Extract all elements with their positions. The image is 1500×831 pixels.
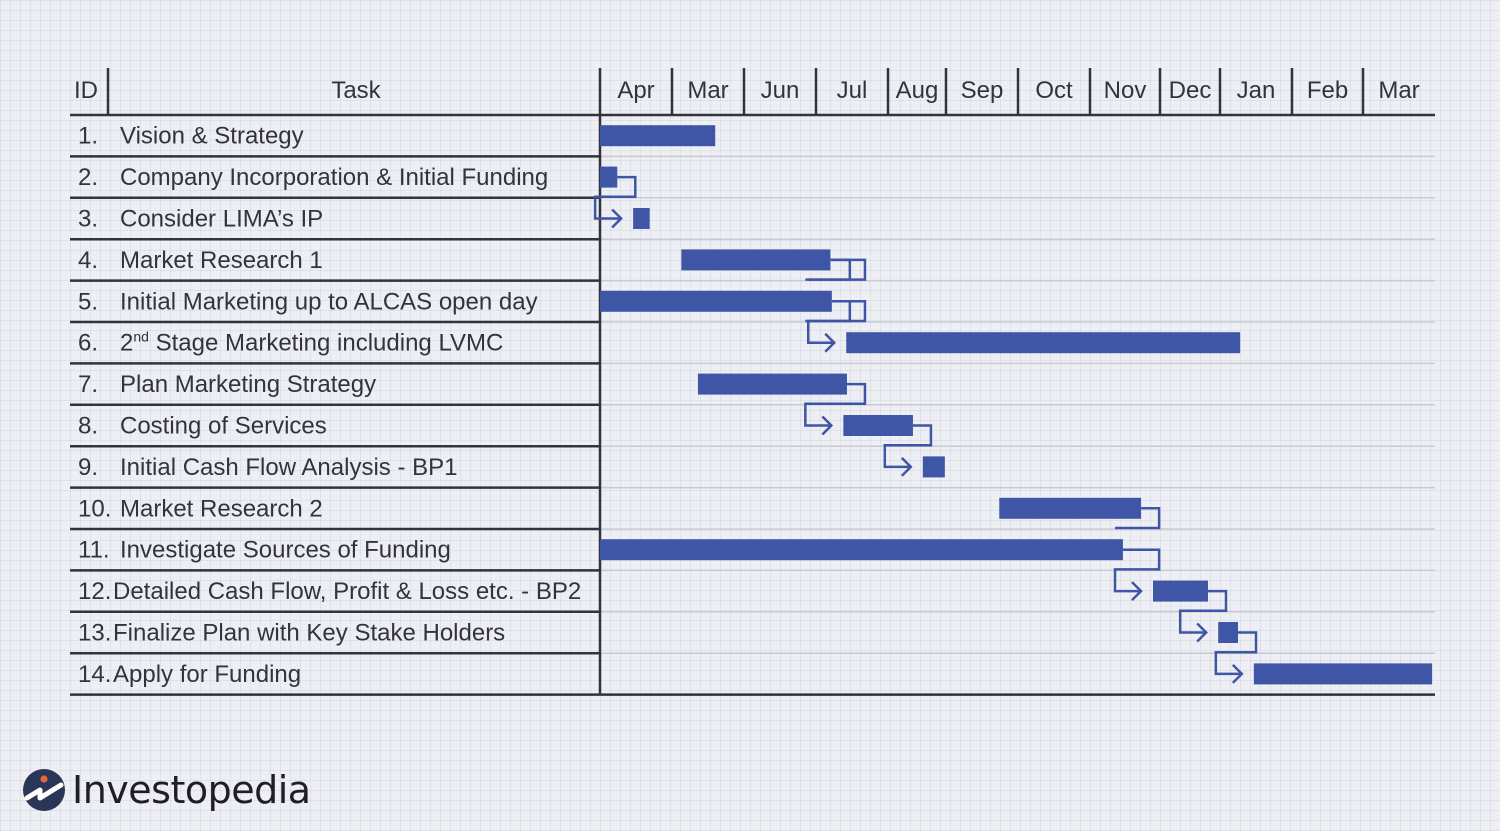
task-row: 8. Costing of Services [78, 413, 327, 440]
task-bar [1218, 622, 1238, 643]
task-row: 9. Initial Cash Flow Analysis - BP1 [78, 454, 457, 481]
month-label: Oct [1035, 77, 1073, 104]
task-bar [846, 332, 1241, 354]
task-bar [922, 456, 945, 478]
task-id: 6. [78, 330, 98, 357]
task-name: Company Incorporation & Initial Funding [120, 164, 548, 191]
task-row: 2. Company Incorporation & Initial Fundin… [78, 164, 548, 191]
task-bar [1253, 663, 1433, 685]
month-label: Sep [961, 77, 1004, 104]
id-column-header: ID [74, 77, 98, 104]
brand-name: Investopedia [72, 768, 311, 812]
task-bar [681, 249, 831, 271]
task-id: 3. [78, 206, 98, 233]
task-id: 8. [78, 413, 98, 440]
task-id: 14. [78, 661, 111, 688]
task-id: 7. [78, 371, 98, 398]
task-bar [600, 539, 1123, 561]
task-id: 2. [78, 164, 98, 191]
investopedia-logo-icon [23, 769, 65, 811]
task-row: 11. Investigate Sources of Funding [78, 537, 451, 564]
task-row: 3. Consider LIMA’s IP [78, 206, 323, 233]
gantt-chart: ID Task Apr Mar Jun Jul Aug Sep Oct Nov Dec Jan Fe… [70, 68, 1435, 696]
task-rows: 1. Vision & Strategy 2. Company Incorporati… [70, 123, 600, 688]
task-name: Costing of Services [120, 413, 327, 440]
task-bar [843, 415, 913, 436]
task-name: Vision & Strategy [120, 123, 304, 150]
task-id: 13. [78, 620, 111, 647]
task-row: 14. Apply for Funding [78, 661, 301, 688]
task-bar [600, 290, 832, 312]
task-id: 11. [78, 537, 110, 564]
month-label: Jul [837, 77, 868, 104]
month-label: Nov [1104, 77, 1147, 104]
task-bar [999, 497, 1142, 519]
task-row: 12. Detailed Cash Flow, Profit & Loss etc… [78, 578, 581, 605]
task-bar [600, 166, 618, 188]
task-bar [633, 208, 650, 229]
task-name: Plan Marketing Strategy [120, 371, 376, 398]
task-name: Initial Cash Flow Analysis - BP1 [120, 454, 457, 481]
task-name: Consider LIMA’s IP [120, 206, 323, 233]
task-bar [600, 125, 716, 147]
month-label: Aug [896, 77, 939, 104]
task-row: 6. 2nd Stage Marketing including LVMC [78, 329, 503, 357]
task-id: 5. [78, 288, 98, 315]
grid-layer [600, 155, 1435, 654]
task-id: 12. [78, 578, 111, 605]
task-name: Apply for Funding [113, 661, 301, 688]
task-row: 10. Market Research 2 [78, 495, 323, 522]
task-name: Market Research 2 [120, 495, 323, 522]
task-id: 9. [78, 454, 98, 481]
task-name: Finalize Plan with Key Stake Holders [113, 620, 505, 647]
month-label: Feb [1307, 77, 1348, 104]
task-bar [697, 373, 847, 395]
month-label: Apr [617, 77, 654, 104]
task-bar [1153, 580, 1208, 602]
task-id: 10. [78, 495, 111, 522]
task-name: Initial Marketing up to ALCAS open day [120, 288, 538, 315]
task-name: Investigate Sources of Funding [120, 537, 451, 564]
task-name: Market Research 1 [120, 247, 323, 274]
brand-logo: Investopedia [22, 768, 311, 812]
month-axis: Apr Mar Jun Jul Aug Sep Oct Nov Dec Jan Feb Mar [617, 68, 1420, 115]
task-id: 4. [78, 247, 98, 274]
month-label: Jan [1237, 77, 1276, 104]
task-row: 5. Initial Marketing up to ALCAS open day [78, 288, 538, 315]
task-column-header: Task [331, 77, 381, 104]
task-row: 7. Plan Marketing Strategy [78, 371, 376, 398]
task-row: 4. Market Research 1 [78, 247, 323, 274]
task-row: 1. Vision & Strategy [78, 123, 304, 150]
month-label: Jun [761, 77, 800, 104]
month-label: Mar [687, 77, 728, 104]
task-id: 1. [78, 123, 98, 150]
month-label: Mar [1378, 77, 1419, 104]
task-name: 2nd Stage Marketing including LVMC [120, 329, 503, 357]
month-label: Dec [1169, 77, 1212, 104]
task-name: Detailed Cash Flow, Profit & Loss etc. -… [113, 578, 581, 605]
task-row: 13. Finalize Plan with Key Stake Holders [78, 620, 505, 647]
